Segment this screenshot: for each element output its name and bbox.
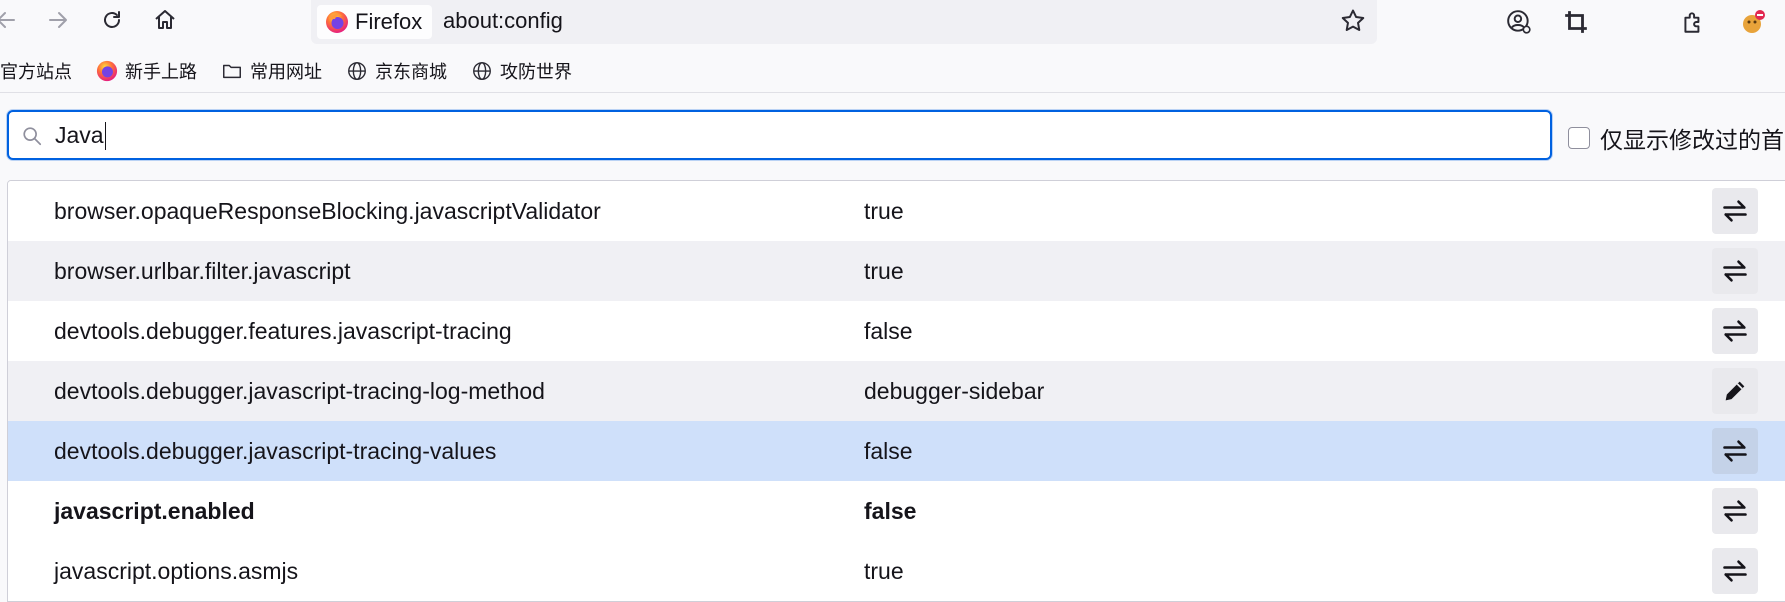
account-button[interactable] <box>1502 5 1536 39</box>
crop-icon <box>1565 11 1587 33</box>
arrow-right-icon <box>49 12 67 28</box>
pref-search-box[interactable] <box>7 110 1552 160</box>
firefox-icon <box>96 60 118 82</box>
pref-name: browser.urlbar.filter.javascript <box>54 257 351 284</box>
bookmark-label: 新手上路 <box>125 62 197 82</box>
avatar-icon <box>1743 10 1765 33</box>
toggle-button[interactable] <box>1712 188 1758 234</box>
bookmark-item[interactable]: 官方站点 <box>0 58 72 84</box>
bookmark-item[interactable]: 京东商城 <box>346 58 447 84</box>
bookmark-label: 常用网址 <box>250 62 322 82</box>
toggle-icon <box>1723 260 1747 282</box>
pref-row[interactable]: devtools.debugger.javascript-tracing-log… <box>8 361 1785 421</box>
pref-row[interactable]: browser.opaqueResponseBlocking.javascrip… <box>8 181 1785 241</box>
bookmark-label: 攻防世界 <box>500 62 572 82</box>
pref-value: false <box>864 317 913 344</box>
pref-row[interactable]: devtools.debugger.features.javascript-tr… <box>8 301 1785 361</box>
profile-avatar[interactable] <box>1736 5 1770 39</box>
nav-toolbar: Firefox about:config <box>0 0 1785 44</box>
toggle-button[interactable] <box>1712 428 1758 474</box>
home-icon <box>155 10 175 29</box>
toggle-button[interactable] <box>1712 308 1758 354</box>
identity-box[interactable]: Firefox <box>317 5 433 39</box>
pref-value: false <box>864 437 913 464</box>
toggle-icon <box>1723 560 1747 582</box>
bookmarks-toolbar: 官方站点 新手上路 常用网址 京东商城 攻防世界 <box>0 50 596 92</box>
toggle-icon <box>1723 320 1747 342</box>
toggle-button[interactable] <box>1712 548 1758 594</box>
bookmark-item[interactable]: 攻防世界 <box>471 58 572 84</box>
show-modified-toggle[interactable]: 仅显示修改过的首选项 <box>1568 121 1785 155</box>
pref-value: debugger-sidebar <box>864 377 1045 404</box>
identity-label: Firefox <box>355 9 423 34</box>
toolbar-divider <box>0 92 1785 93</box>
pref-name: devtools.debugger.javascript-tracing-log… <box>54 377 545 404</box>
toggle-icon <box>1723 440 1747 462</box>
globe-icon <box>348 62 366 80</box>
pref-name: javascript.options.asmjs <box>54 557 299 584</box>
globe-icon <box>473 62 491 80</box>
reload-button[interactable] <box>94 2 130 38</box>
crop-button[interactable] <box>1559 5 1593 39</box>
show-modified-label: 仅显示修改过的首选项 <box>1600 127 1785 153</box>
pref-value: true <box>864 197 904 224</box>
back-button[interactable] <box>0 2 24 38</box>
toggle-button[interactable] <box>1712 248 1758 294</box>
bookmark-label: 京东商城 <box>375 62 447 82</box>
show-modified-checkbox[interactable] <box>1568 127 1590 149</box>
prefs-table: browser.opaqueResponseBlocking.javascrip… <box>7 180 1785 602</box>
toggle-icon <box>1723 500 1747 522</box>
arrow-left-icon <box>0 12 15 28</box>
url-text[interactable]: about:config <box>443 6 563 36</box>
url-bar[interactable]: Firefox about:config <box>311 0 1377 44</box>
pref-value: true <box>864 557 904 584</box>
pref-search-input[interactable] <box>55 118 1455 152</box>
search-icon <box>23 127 42 146</box>
pref-row-selected[interactable]: devtools.debugger.javascript-tracing-val… <box>8 421 1785 481</box>
extensions-icon <box>1684 12 1700 33</box>
edit-button[interactable] <box>1712 368 1758 414</box>
bookmark-folder[interactable]: 常用网址 <box>221 58 322 84</box>
pref-name: devtools.debugger.features.javascript-tr… <box>54 317 512 344</box>
toggle-icon <box>1723 200 1747 222</box>
forward-button[interactable] <box>40 2 76 38</box>
firefox-icon <box>326 11 348 33</box>
pref-name: javascript.enabled <box>54 497 255 524</box>
bookmark-item[interactable]: 新手上路 <box>96 58 197 84</box>
account-icon <box>1507 10 1531 34</box>
bookmark-star-icon[interactable] <box>1339 7 1367 35</box>
pref-row[interactable]: javascript.options.asmjs true <box>8 541 1785 601</box>
toggle-button[interactable] <box>1712 488 1758 534</box>
home-button[interactable] <box>147 2 183 38</box>
pref-value: true <box>864 257 904 284</box>
reload-icon <box>104 11 120 28</box>
bookmark-label: 官方站点 <box>0 62 72 82</box>
pref-name: devtools.debugger.javascript-tracing-val… <box>54 437 497 464</box>
text-caret <box>104 122 107 150</box>
extensions-button[interactable] <box>1676 5 1710 39</box>
edit-icon <box>1725 381 1745 401</box>
pref-row[interactable]: browser.urlbar.filter.javascript true <box>8 241 1785 301</box>
folder-icon <box>223 64 241 79</box>
pref-name: browser.opaqueResponseBlocking.javascrip… <box>54 197 601 224</box>
pref-value: false <box>864 497 917 524</box>
pref-row-modified[interactable]: javascript.enabled false <box>8 481 1785 541</box>
